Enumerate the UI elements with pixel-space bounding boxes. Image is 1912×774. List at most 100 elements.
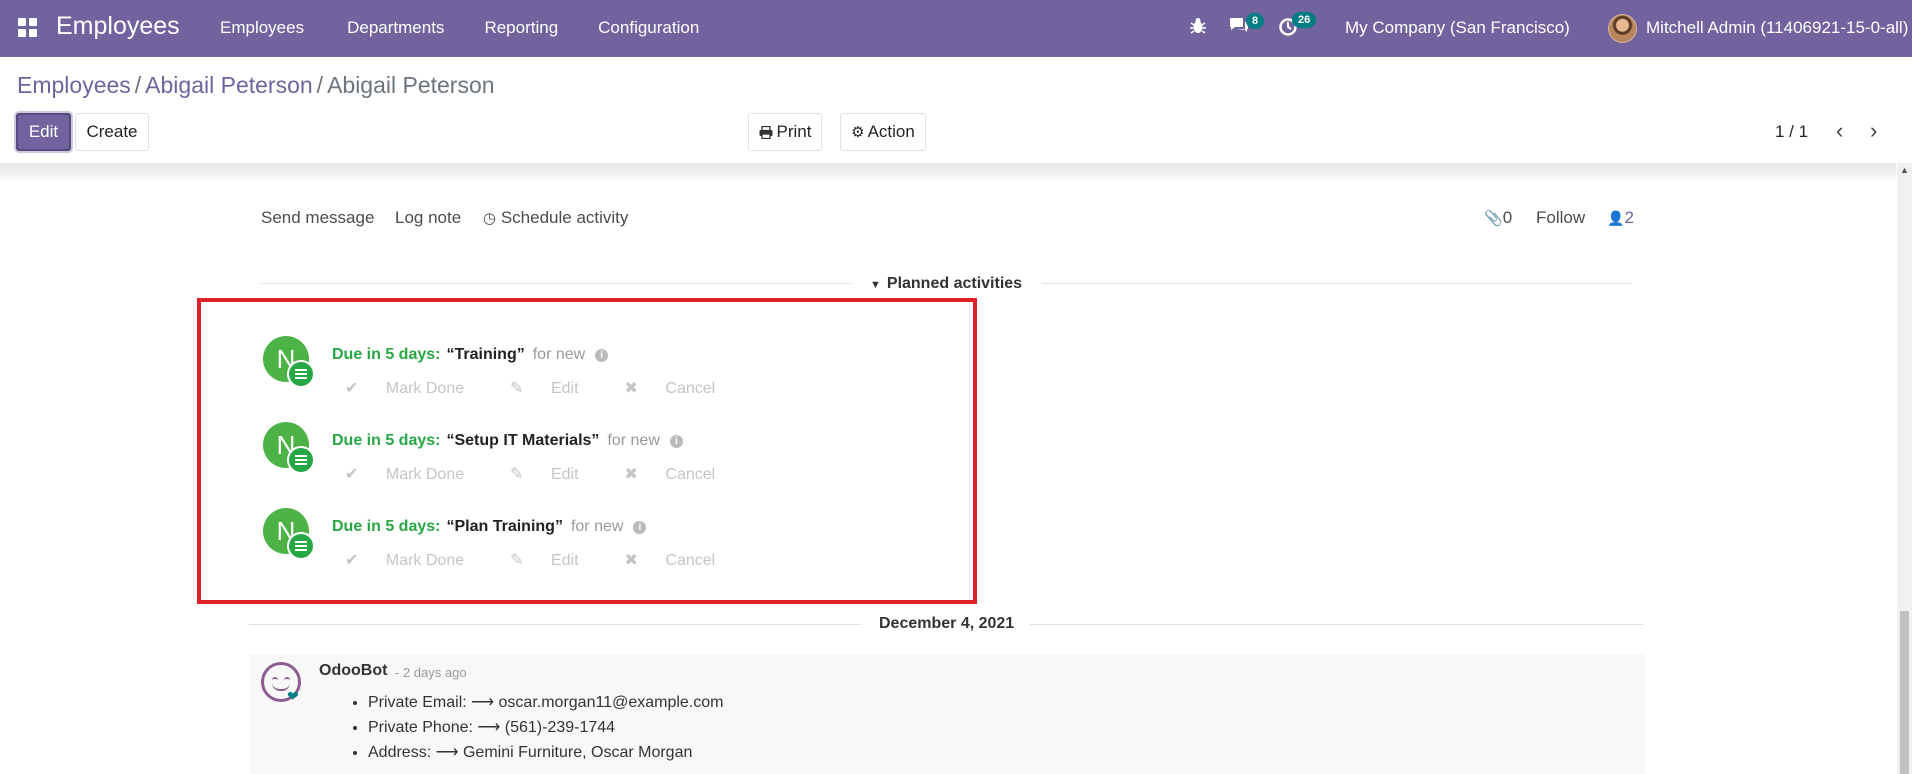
tracking-item: Address: ⟶ Gemini Furniture, Oscar Morga… xyxy=(368,742,723,762)
pager-next-icon[interactable]: › xyxy=(1870,118,1877,144)
tracking-values: Private Email: ⟶ oscar.morgan11@example.… xyxy=(346,692,723,767)
mark-done-label: Mark Done xyxy=(385,380,465,397)
breadcrumb-parent[interactable]: Abigail Peterson xyxy=(145,72,313,98)
activity-type-icon xyxy=(287,446,315,474)
pencil-icon: ✎ xyxy=(510,380,528,397)
paperclip-icon: 📎 xyxy=(1484,210,1503,227)
mark-done-label: Mark Done xyxy=(385,552,465,569)
activity-type-icon xyxy=(287,360,315,388)
pager-previous-icon[interactable]: ‹ xyxy=(1836,118,1843,144)
chatter-message: ❤ OdooBot - 2 days ago Private Email: ⟶ … xyxy=(249,654,1645,774)
edit-button[interactable]: Edit xyxy=(16,113,71,151)
mark-done-button[interactable]: ✔ Mark Done xyxy=(345,380,487,397)
main-menu: Employees Departments Reporting Configur… xyxy=(220,18,739,38)
edit-label: Edit xyxy=(550,552,579,569)
times-icon: ✖ xyxy=(624,466,643,483)
gear-icon: ⚙ xyxy=(851,124,865,141)
info-icon[interactable]: i xyxy=(595,349,609,362)
activity-assignee: for new xyxy=(532,346,586,363)
menu-employees[interactable]: Employees xyxy=(220,18,304,38)
activities-menu[interactable]: 26 xyxy=(1278,12,1323,40)
cancel-activity-button[interactable]: ✖ Cancel xyxy=(625,380,739,397)
print-button[interactable]: Print xyxy=(748,113,822,151)
pager-value[interactable]: 1 / 1 xyxy=(1775,122,1808,142)
mark-done-label: Mark Done xyxy=(385,466,465,483)
menu-departments[interactable]: Departments xyxy=(347,18,444,38)
message-author[interactable]: OdooBot xyxy=(319,662,387,680)
user-icon: 👤 xyxy=(1607,210,1625,226)
action-label: Action xyxy=(867,122,915,141)
activity-summary-line: Due in 5 days: “Setup IT Materials” for ne… xyxy=(332,432,683,450)
mark-done-button[interactable]: ✔ Mark Done xyxy=(345,552,487,569)
planned-activities-toggle[interactable]: ▼ Planned activities xyxy=(870,275,1022,293)
mark-done-button[interactable]: ✔ Mark Done xyxy=(345,466,487,483)
activity-actions: ✔ Mark Done ✎ Edit ✖ Cancel xyxy=(345,464,761,484)
scrollbar-thumb[interactable] xyxy=(1900,611,1909,774)
print-label: Print xyxy=(776,122,812,141)
planned-activities-title: Planned activities xyxy=(886,275,1023,292)
info-icon[interactable]: i xyxy=(633,521,647,534)
followers-count: 2 xyxy=(1624,208,1634,227)
activity-item: N Due in 5 days: “Setup IT Materials” for … xyxy=(263,422,963,502)
activity-summary-line: Due in 5 days: “Training” for new i xyxy=(332,346,609,364)
attachments-button[interactable]: 📎0 xyxy=(1484,208,1512,228)
vertical-scrollbar[interactable] xyxy=(1897,163,1912,774)
activity-due: Due in 5 days: xyxy=(332,346,441,363)
edit-activity-button[interactable]: ✎ Edit xyxy=(510,552,601,569)
top-navbar: Employees Employees Departments Reportin… xyxy=(0,0,1912,57)
breadcrumb: Employees / Abigail Peterson / Abigail Peter… xyxy=(17,72,495,99)
control-panel-shadow xyxy=(0,163,1896,183)
user-menu[interactable]: Mitchell Admin (11406921-15-0-all) xyxy=(1646,18,1908,38)
company-switcher[interactable]: My Company (San Francisco) xyxy=(1345,18,1570,38)
apps-menu-icon[interactable] xyxy=(18,18,37,37)
activity-type-icon xyxy=(287,532,315,560)
breadcrumb-separator: / xyxy=(316,72,324,98)
menu-reporting[interactable]: Reporting xyxy=(484,18,558,38)
check-icon: ✔ xyxy=(345,380,363,397)
activities-badge: 26 xyxy=(1292,12,1317,28)
follow-button[interactable]: Follow xyxy=(1536,208,1585,228)
messages-badge: 8 xyxy=(1246,13,1265,29)
message-date: - 2 days ago xyxy=(395,665,467,680)
date-separator: December 4, 2021 xyxy=(879,615,1015,632)
followers-button[interactable]: 👤2 xyxy=(1607,208,1634,228)
info-icon[interactable]: i xyxy=(669,435,683,448)
schedule-activity-label: Schedule activity xyxy=(500,208,629,227)
action-button[interactable]: ⚙ Action xyxy=(840,113,926,151)
cancel-activity-button[interactable]: ✖ Cancel xyxy=(625,466,739,483)
cancel-activity-button[interactable]: ✖ Cancel xyxy=(625,552,739,569)
activity-summary: “Setup IT Materials” xyxy=(446,432,600,449)
cancel-label: Cancel xyxy=(665,466,716,483)
schedule-activity-button[interactable]: ◷ Schedule activity xyxy=(483,208,628,228)
activity-assignee: for new xyxy=(607,432,660,449)
activity-actions: ✔ Mark Done ✎ Edit ✖ Cancel xyxy=(345,378,761,398)
edit-activity-button[interactable]: ✎ Edit xyxy=(510,466,601,483)
check-icon: ✔ xyxy=(345,552,363,569)
log-note-button[interactable]: Log note xyxy=(395,208,461,228)
scroll-up-arrow-icon[interactable]: ▲ xyxy=(1900,165,1909,175)
caret-down-icon: ▼ xyxy=(870,279,881,291)
tracking-item: Private Phone: ⟶ (561)-239-1744 xyxy=(368,717,723,737)
edit-label: Edit xyxy=(550,380,579,397)
create-button[interactable]: Create xyxy=(75,113,149,151)
date-divider-right xyxy=(1030,624,1644,625)
menu-configuration[interactable]: Configuration xyxy=(598,18,699,38)
breadcrumb-root[interactable]: Employees xyxy=(17,72,131,98)
planned-divider-right xyxy=(1042,283,1632,284)
times-icon: ✖ xyxy=(624,552,643,569)
debug-bug-icon[interactable] xyxy=(1190,17,1206,35)
planned-divider-left xyxy=(261,283,851,284)
send-message-button[interactable]: Send message xyxy=(261,208,374,228)
date-divider-left xyxy=(249,624,861,625)
heart-icon: ❤ xyxy=(287,688,299,704)
check-icon: ✔ xyxy=(345,466,363,483)
activity-assignee: for new xyxy=(570,518,624,535)
activity-actions: ✔ Mark Done ✎ Edit ✖ Cancel xyxy=(345,550,761,570)
attachments-count: 0 xyxy=(1502,208,1513,227)
messaging-menu[interactable]: 8 xyxy=(1228,13,1268,40)
activity-summary-line: Due in 5 days: “Plan Training” for new i xyxy=(332,518,647,536)
breadcrumb-current: Abigail Peterson xyxy=(327,72,495,98)
edit-activity-button[interactable]: ✎ Edit xyxy=(510,380,601,397)
app-title[interactable]: Employees xyxy=(56,12,180,41)
user-avatar[interactable] xyxy=(1608,14,1637,43)
